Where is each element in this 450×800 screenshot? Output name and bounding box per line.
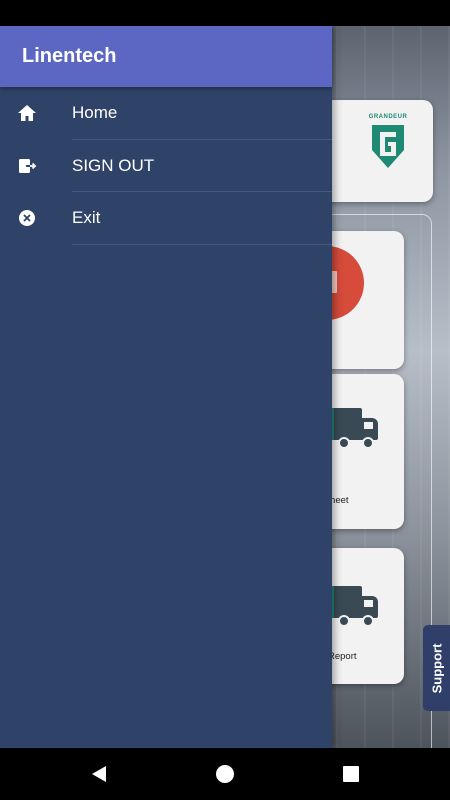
menu-item-sign-out[interactable]: SIGN OUT bbox=[0, 140, 332, 193]
navigation-drawer: Linentech Home SIGN OUT Exit bbox=[0, 26, 332, 748]
app-title: Linentech bbox=[22, 45, 117, 67]
close-circle-icon bbox=[17, 208, 37, 228]
sign-out-icon bbox=[17, 156, 37, 176]
back-icon[interactable] bbox=[87, 762, 111, 786]
system-navigation-bar bbox=[0, 748, 450, 800]
home-circle-icon[interactable] bbox=[213, 762, 237, 786]
drawer-header: Linentech bbox=[0, 26, 332, 87]
menu-item-label: Home bbox=[72, 103, 118, 123]
home-icon bbox=[17, 103, 37, 123]
recents-icon[interactable] bbox=[339, 762, 363, 786]
drawer-menu: Home SIGN OUT Exit bbox=[0, 87, 332, 245]
screen: GRANDEUR rs ery dsheet bbox=[0, 0, 450, 800]
menu-item-home[interactable]: Home bbox=[0, 87, 332, 140]
menu-item-label: SIGN OUT bbox=[72, 155, 155, 175]
menu-item-exit[interactable]: Exit bbox=[0, 192, 332, 245]
status-bar bbox=[0, 0, 450, 26]
menu-item-label: Exit bbox=[72, 208, 101, 228]
